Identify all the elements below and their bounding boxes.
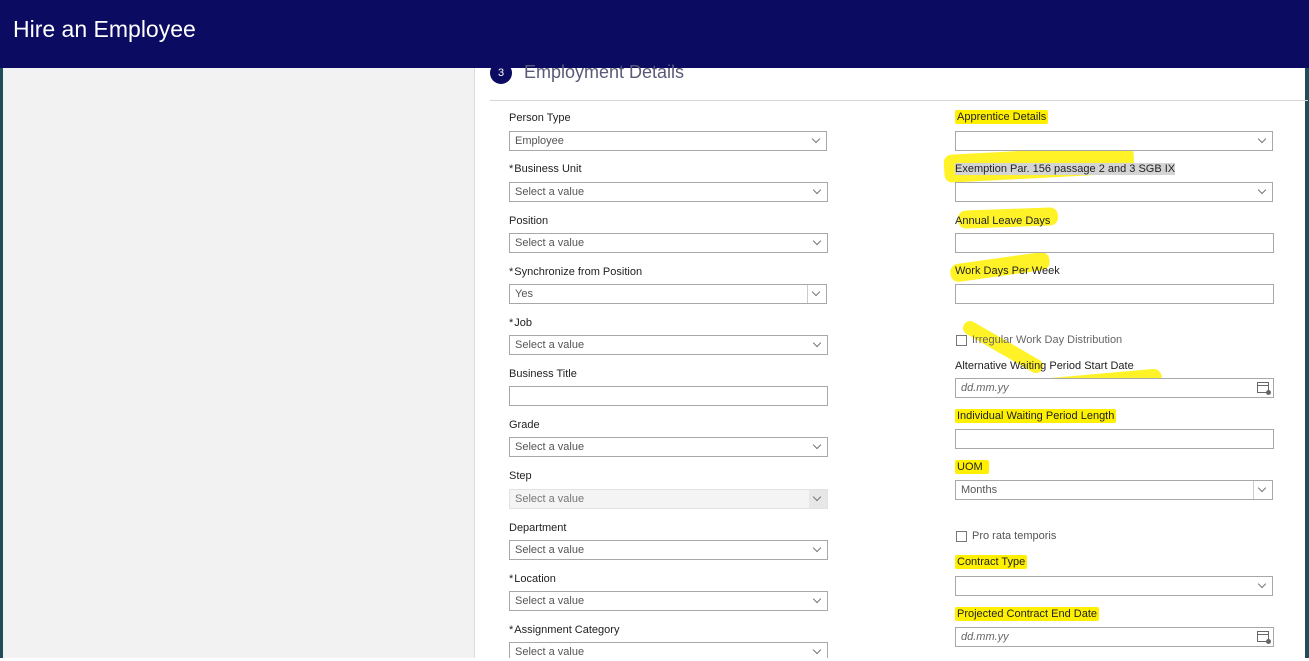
chevron-down-icon (809, 490, 827, 508)
work-days-per-week-label: Work Days Per Week (955, 265, 1060, 277)
business-title-label: Business Title (509, 368, 577, 380)
job-label: *Job (509, 317, 532, 329)
annual-leave-days-label: Annual Leave Days (955, 215, 1051, 227)
app-header: Hire an Employee (0, 0, 1309, 68)
pro-rata-label: Pro rata temporis (972, 530, 1057, 542)
exemption-label-text: Exemption Par. 156 passage 2 and 3 SGB I… (955, 163, 1176, 175)
department-value: Select a value (515, 544, 585, 556)
position-value: Select a value (515, 237, 585, 249)
section-header: 3 Employment Details (490, 60, 1308, 101)
sync-position-select[interactable]: Yes (509, 284, 827, 304)
person-type-label: Person Type (509, 112, 571, 124)
waiting-length-input[interactable] (955, 429, 1274, 449)
alt-waiting-start-placeholder: dd.mm.yy (961, 382, 1009, 394)
business-title-input[interactable] (509, 386, 828, 406)
department-label: Department (509, 522, 567, 534)
required-marker: * (509, 317, 514, 329)
chevron-down-icon[interactable] (1254, 183, 1272, 201)
grade-select[interactable]: Select a value (509, 437, 828, 457)
required-marker: * (509, 266, 514, 278)
panel-divider (474, 68, 475, 658)
exemption-select[interactable] (955, 182, 1273, 202)
position-label: Position (509, 215, 549, 227)
chevron-down-icon[interactable] (809, 183, 827, 201)
chevron-down-icon[interactable] (1253, 481, 1272, 499)
section-title: Employment Details (524, 62, 685, 82)
business-unit-select[interactable]: Select a value (509, 182, 828, 202)
chevron-down-icon[interactable] (809, 643, 827, 661)
required-marker: * (509, 573, 514, 585)
annual-leave-days-input[interactable] (955, 233, 1274, 253)
department-select[interactable]: Select a value (509, 540, 828, 560)
grade-label: Grade (509, 419, 540, 431)
projected-end-date-input[interactable]: dd.mm.yy (955, 627, 1274, 647)
grade-value: Select a value (515, 441, 585, 453)
business-unit-label-text: Business Unit (514, 163, 582, 175)
job-value: Select a value (515, 339, 585, 351)
contract-type-label-text: Contract Type (955, 555, 1028, 569)
chevron-down-icon[interactable] (1254, 132, 1272, 150)
job-select[interactable]: Select a value (509, 335, 828, 355)
contract-type-select[interactable] (955, 576, 1273, 596)
assignment-category-value: Select a value (515, 646, 585, 658)
uom-value: Months (961, 484, 998, 496)
uom-label: UOM (955, 460, 989, 474)
chevron-down-icon[interactable] (809, 234, 827, 252)
pro-rata-checkbox[interactable] (956, 531, 967, 542)
required-marker: * (509, 163, 514, 175)
waiting-length-label: Individual Waiting Period Length (955, 409, 1117, 423)
calendar-icon[interactable] (1257, 382, 1271, 395)
waiting-length-label-text: Individual Waiting Period Length (955, 409, 1117, 423)
projected-end-date-label-text: Projected Contract End Date (955, 607, 1100, 621)
alt-waiting-start-input[interactable]: dd.mm.yy (955, 378, 1274, 398)
chevron-down-icon[interactable] (809, 336, 827, 354)
contract-type-label: Contract Type (955, 555, 1028, 569)
chevron-down-icon[interactable] (809, 541, 827, 559)
step-label: Step (509, 470, 532, 482)
uom-label-text: UOM (955, 460, 989, 474)
chevron-down-icon[interactable] (809, 592, 827, 610)
chevron-down-icon[interactable] (1254, 577, 1272, 595)
location-label-text: Location (514, 573, 556, 585)
job-label-text: Job (514, 317, 533, 329)
location-label: *Location (509, 573, 556, 585)
person-type-value: Employee (515, 135, 564, 147)
step-select: Select a value (509, 489, 828, 509)
chevron-down-icon[interactable] (809, 438, 827, 456)
business-unit-value: Select a value (515, 186, 585, 198)
apprentice-details-label-text: Apprentice Details (955, 110, 1049, 124)
page-title: Hire an Employee (13, 16, 196, 42)
business-unit-label: *Business Unit (509, 163, 582, 175)
exemption-label: Exemption Par. 156 passage 2 and 3 SGB I… (955, 163, 1176, 175)
location-value: Select a value (515, 595, 585, 607)
calendar-icon[interactable] (1257, 631, 1271, 644)
irregular-distribution-checkbox[interactable] (956, 335, 967, 346)
sync-position-label-text: Synchronize from Position (514, 266, 643, 278)
step-number-badge: 3 (490, 62, 512, 84)
location-select[interactable]: Select a value (509, 591, 828, 611)
sync-position-value: Yes (515, 288, 533, 300)
irregular-distribution-label: Irregular Work Day Distribution (972, 334, 1123, 346)
left-panel (0, 68, 475, 658)
apprentice-details-select[interactable] (955, 131, 1273, 151)
projected-end-date-placeholder: dd.mm.yy (961, 631, 1009, 643)
right-edge-bar (1305, 68, 1309, 658)
apprentice-details-label: Apprentice Details (955, 110, 1049, 124)
required-marker: * (509, 624, 514, 636)
work-days-per-week-input[interactable] (955, 284, 1274, 304)
assignment-category-label-text: Assignment Category (514, 624, 620, 636)
chevron-down-icon[interactable] (807, 285, 826, 303)
projected-end-date-label: Projected Contract End Date (955, 607, 1100, 621)
step-value: Select a value (515, 493, 585, 505)
sync-position-label: *Synchronize from Position (509, 266, 642, 278)
alt-waiting-start-label: Alternative Waiting Period Start Date (955, 360, 1134, 372)
assignment-category-label: *Assignment Category (509, 624, 619, 636)
person-type-select[interactable]: Employee (509, 131, 827, 151)
assignment-category-select[interactable]: Select a value (509, 642, 828, 658)
position-select[interactable]: Select a value (509, 233, 828, 253)
uom-select[interactable]: Months (955, 480, 1273, 500)
chevron-down-icon[interactable] (808, 132, 826, 150)
